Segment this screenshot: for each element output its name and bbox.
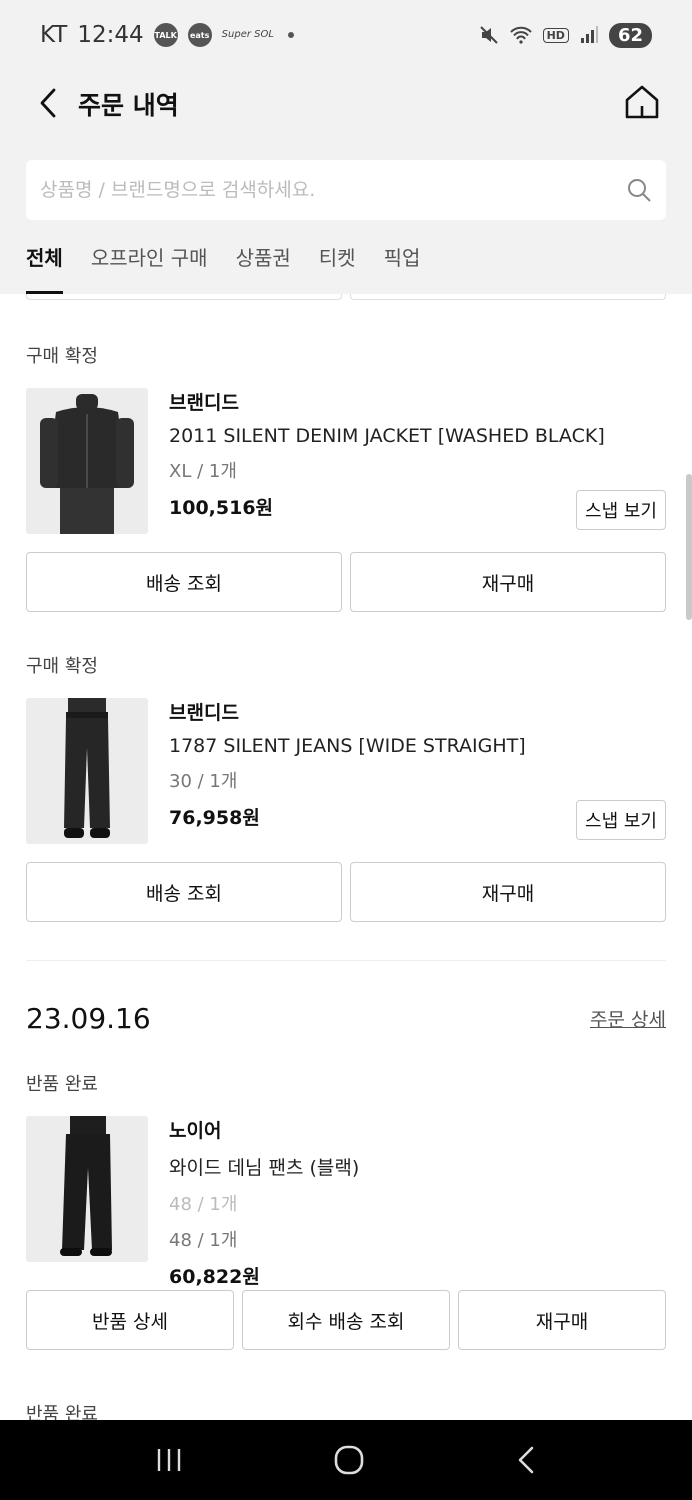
product-name[interactable]: 1787 SILENT JEANS [WIDE STRAIGHT] — [169, 735, 526, 757]
product-price: 100,516원 — [169, 497, 274, 519]
order-list[interactable]: 구매 확정 브랜디드 2011 SILENT DENIM JACKET [WAS… — [0, 294, 692, 1420]
product-price: 76,958원 — [169, 807, 260, 829]
back-button-icon[interactable] — [514, 1445, 538, 1475]
tab-pickup[interactable]: 픽업 — [384, 240, 421, 294]
page-title: 주문 내역 — [78, 91, 179, 120]
product-option: 30 / 1개 — [169, 771, 238, 792]
order-item: 구매 확정 브랜디드 2011 SILENT DENIM JACKET [WAS… — [26, 342, 666, 612]
home-icon[interactable] — [622, 82, 662, 122]
product-info: 브랜디드 1787 SILENT JEANS [WIDE STRAIGHT] 3… — [169, 698, 526, 830]
action-buttons: 반품 상세 회수 배송 조회 재구매 — [26, 1290, 666, 1350]
product-option: 48 / 1개 — [169, 1230, 238, 1251]
product-info: 브랜디드 2011 SILENT DENIM JACKET [WASHED BL… — [169, 388, 605, 520]
order-item: 반품 완료 노이어 와이드 데님 팬츠 (블랙) 48 / 1개 48 / 1개… — [26, 1070, 666, 1350]
super-sol-icon: Super SOL — [221, 29, 274, 40]
order-item-row: 브랜디드 1787 SILENT JEANS [WIDE STRAIGHT] 3… — [26, 698, 666, 848]
tab-ticket[interactable]: 티켓 — [319, 240, 356, 294]
reorder-button[interactable]: 재구매 — [350, 552, 666, 612]
snap-view-button[interactable]: 스냅 보기 — [576, 800, 666, 840]
back-arrow-icon[interactable] — [34, 86, 64, 120]
status-right: HD 62 — [479, 22, 652, 48]
home-button-icon[interactable] — [333, 1444, 365, 1476]
tab-gift-card[interactable]: 상품권 — [236, 240, 291, 294]
reorder-button[interactable]: 재구매 — [458, 1290, 666, 1350]
order-item-row: 브랜디드 2011 SILENT DENIM JACKET [WASHED BL… — [26, 388, 666, 538]
product-price: 60,822원 — [169, 1266, 260, 1288]
clock: 12:44 — [77, 22, 144, 48]
track-delivery-button[interactable]: 배송 조회 — [26, 552, 342, 612]
hd-voice-icon: HD — [542, 27, 569, 43]
partial-button-left[interactable] — [26, 294, 342, 300]
product-image[interactable] — [26, 698, 148, 844]
signal-icon — [580, 26, 598, 43]
section-divider — [26, 960, 666, 961]
notification-dot-icon — [287, 32, 294, 38]
product-image[interactable] — [26, 388, 148, 534]
status-bar: KT 12:44 TALK eats Super SOL HD 62 — [0, 0, 692, 70]
coupang-eats-icon: eats — [187, 23, 212, 47]
partial-button-right[interactable] — [350, 294, 666, 300]
header: 주문 내역 전체 오프라인 구매 상품권 티켓 픽업 — [0, 70, 692, 294]
brand-name[interactable]: 노이어 — [169, 1116, 359, 1143]
return-detail-button[interactable]: 반품 상세 — [26, 1290, 234, 1350]
order-status: 구매 확정 — [26, 346, 98, 367]
order-status: 구매 확정 — [26, 656, 98, 677]
tab-bar: 전체 오프라인 구매 상품권 티켓 픽업 — [26, 240, 420, 294]
search-box — [26, 160, 666, 220]
snap-view-button[interactable]: 스냅 보기 — [576, 490, 666, 530]
recent-apps-icon[interactable] — [154, 1446, 184, 1474]
product-name[interactable]: 와이드 데님 팬츠 (블랙) — [169, 1153, 359, 1180]
order-status: 반품 완료 — [26, 1074, 98, 1095]
product-image[interactable] — [26, 1116, 148, 1262]
scrollbar[interactable] — [686, 474, 692, 620]
track-delivery-button[interactable]: 배송 조회 — [26, 862, 342, 922]
reorder-button[interactable]: 재구매 — [350, 862, 666, 922]
search-input[interactable] — [40, 179, 626, 201]
order-item-row: 노이어 와이드 데님 팬츠 (블랙) 48 / 1개 48 / 1개 60,82… — [26, 1116, 666, 1288]
previous-buttons-partial — [26, 294, 666, 300]
battery-icon: 62 — [608, 22, 652, 48]
search-icon[interactable] — [626, 177, 652, 203]
brand-name[interactable]: 브랜디드 — [169, 388, 605, 415]
wifi-icon — [509, 26, 532, 44]
pickup-tracking-button[interactable]: 회수 배송 조회 — [242, 1290, 450, 1350]
product-option: XL / 1개 — [169, 461, 237, 482]
mute-icon — [479, 26, 498, 44]
kakaotalk-icon: TALK — [153, 23, 178, 47]
product-name[interactable]: 2011 SILENT DENIM JACKET [WASHED BLACK] — [169, 425, 605, 447]
order-detail-link[interactable]: 주문 상세 — [590, 1005, 666, 1032]
tab-offline-purchase[interactable]: 오프라인 구매 — [91, 240, 208, 294]
order-status: 반품 완료 — [26, 1404, 98, 1420]
order-date-row: 23.09.16 주문 상세 — [26, 1002, 666, 1035]
tab-all[interactable]: 전체 — [26, 240, 63, 294]
order-date: 23.09.16 — [26, 1002, 151, 1035]
brand-name[interactable]: 브랜디드 — [169, 698, 526, 725]
product-option-previous: 48 / 1개 — [169, 1194, 238, 1215]
action-buttons: 배송 조회 재구매 — [26, 862, 666, 922]
order-item-partial: 반품 완료 — [26, 1400, 666, 1420]
action-buttons: 배송 조회 재구매 — [26, 552, 666, 612]
carrier: KT — [40, 22, 68, 48]
system-nav-bar — [0, 1420, 692, 1500]
product-info: 노이어 와이드 데님 팬츠 (블랙) 48 / 1개 48 / 1개 60,82… — [169, 1116, 359, 1289]
order-item: 구매 확정 브랜디드 1787 SILENT JEANS [WIDE STRAI… — [26, 652, 666, 922]
status-left: KT 12:44 TALK eats Super SOL — [40, 22, 294, 48]
